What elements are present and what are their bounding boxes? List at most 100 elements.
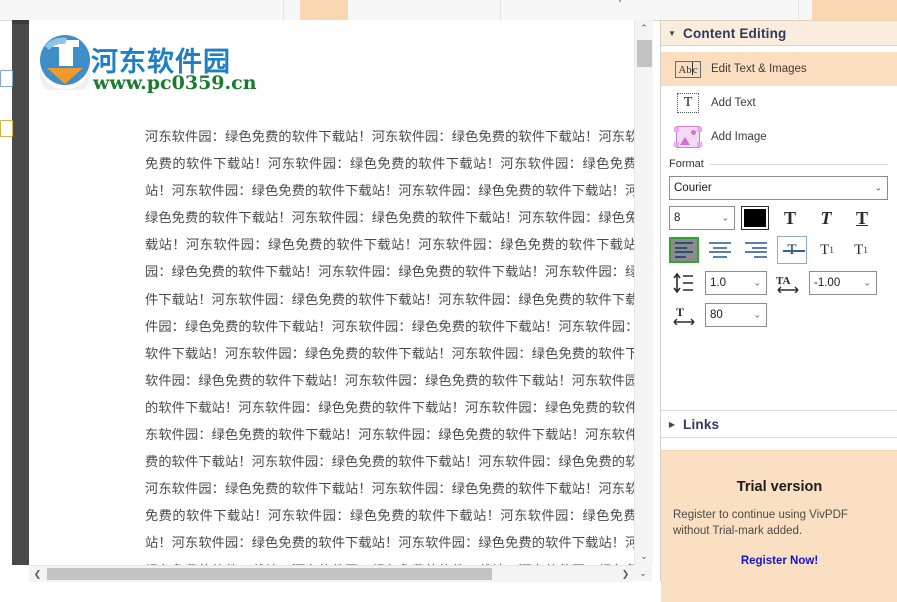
format-divider	[709, 163, 888, 165]
horizontal-scale-select[interactable]: 80 ⌄	[705, 303, 767, 327]
chevron-down-icon[interactable]: ▼	[661, 29, 683, 38]
horizontal-scale-icon: T	[669, 302, 699, 328]
abc-icon: Abc	[673, 58, 703, 80]
chevron-down-icon[interactable]: ⌄	[874, 183, 882, 194]
document-viewport[interactable]: 河东软件园：绿色免费的软件下载站！河东软件园：绿色免费的软件下载站！河东软件园：…	[29, 20, 634, 565]
main-toolbar: ▬ ▭ ⎙ ✎ ⚲ ▬ ✂	[0, 0, 897, 21]
chevron-down-icon[interactable]: ⌄	[753, 278, 761, 289]
font-family-select[interactable]: Courier ⌄	[669, 176, 888, 200]
font-style-row: 8 ⌄ T T T	[669, 206, 890, 230]
toolbar-divider	[798, 0, 799, 20]
edit-content-icon: ✂	[834, 0, 847, 4]
section-header-links[interactable]: ▶ Links	[661, 410, 897, 438]
open-file-icon: ▬	[23, 0, 38, 3]
section-title-links: Links	[683, 416, 720, 432]
svg-text:T: T	[676, 305, 684, 319]
tool-edit-text-and-images[interactable]: Abc Edit Text & Images	[661, 52, 897, 86]
section-title-content-editing: Content Editing	[683, 25, 787, 41]
tool-label-edit-text-and-images: Edit Text & Images	[711, 63, 807, 75]
superscript-glyph: T	[820, 241, 830, 258]
text-t-icon: T	[673, 92, 703, 114]
register-now-link[interactable]: Register Now!	[661, 539, 897, 567]
toolbar-button-comment[interactable]: ✎	[442, 0, 490, 20]
watermark-logo: 河东软件园 www.pc0359.cn	[37, 34, 257, 98]
scroll-right-icon[interactable]: ❯	[617, 566, 634, 582]
subscript-button[interactable]: T1	[847, 237, 875, 263]
line-spacing-value: 1.0	[710, 277, 726, 289]
highlight-icon: ▬	[743, 0, 758, 3]
align-left-button[interactable]	[669, 237, 699, 263]
document-body-text[interactable]: 河东软件园：绿色免费的软件下载站！河东软件园：绿色免费的软件下载站！河东软件园：…	[145, 124, 634, 565]
watermark-site-url: www.pc0359.cn	[93, 72, 257, 94]
horizontal-scrollbar-thumb[interactable]	[47, 568, 492, 580]
alignment-row: T T1 T1	[669, 236, 890, 264]
strikethrough-button[interactable]: T	[777, 236, 807, 264]
line-spacing-select[interactable]: 1.0 ⌄	[705, 271, 767, 295]
bold-button[interactable]: T	[775, 206, 805, 230]
character-spacing-icon: TA	[773, 270, 803, 296]
stamp-icon: ⚲	[615, 0, 626, 4]
tool-add-image[interactable]: Add Image	[661, 120, 897, 154]
chevron-down-icon[interactable]: ⌄	[721, 213, 729, 224]
horizontal-scrollbar[interactable]: ❮ ❯	[29, 565, 634, 582]
format-group-header: Format	[661, 154, 897, 172]
navigation-rail	[12, 20, 29, 565]
vertical-scrollbar[interactable]: ⌃ ⌄	[634, 20, 653, 565]
print-icon: ⎙	[318, 0, 330, 3]
toolbar-button-stamp[interactable]: ⚲	[596, 0, 644, 20]
font-family-value: Courier	[674, 182, 712, 194]
italic-button[interactable]: T	[811, 206, 841, 230]
align-center-button[interactable]	[705, 237, 735, 263]
site-logo-icon	[40, 35, 90, 90]
scroll-down-icon[interactable]: ⌄	[635, 548, 653, 565]
underline-button[interactable]: T	[847, 206, 877, 230]
character-spacing-value: -1.00	[814, 277, 841, 289]
chevron-down-icon[interactable]: ⌄	[863, 278, 871, 289]
text-color-swatch[interactable]	[741, 206, 769, 230]
horizontal-scale-row: T 80 ⌄	[669, 302, 890, 328]
strikethrough-glyph: T	[783, 242, 806, 259]
chevron-right-icon[interactable]: ▶	[661, 420, 683, 429]
toolbar-button-highlight[interactable]: ▬	[726, 0, 774, 20]
navigation-rail-cap	[12, 20, 29, 24]
scroll-left-icon[interactable]: ❮	[29, 566, 46, 582]
line-spacing-icon	[669, 270, 699, 296]
format-controls: Courier ⌄ 8 ⌄ T T T T 1 T 1 1.0 ⌄ TA -1.…	[661, 172, 897, 328]
font-size-value: 8	[674, 212, 681, 224]
document-page: 河东软件园：绿色免费的软件下载站！河东软件园：绿色免费的软件下载站！河东软件园：…	[29, 20, 634, 565]
toolbar-button-edit-content[interactable]: ✂	[812, 0, 897, 20]
comment-icon: ✎	[460, 0, 473, 4]
section-header-content-editing[interactable]: ▼ Content Editing	[661, 20, 897, 46]
toolbar-divider	[500, 0, 501, 20]
spacing-row: 1.0 ⌄ TA -1.00 ⌄	[669, 270, 890, 296]
horizontal-scale-value: 80	[710, 309, 723, 321]
toolbar-button-save-file[interactable]: ▭	[152, 0, 200, 20]
superscript-button[interactable]: T1	[813, 237, 841, 263]
scrollbar-corner-icon[interactable]: ⌄	[634, 565, 652, 581]
toolbar-divider	[283, 0, 284, 20]
trial-description: Register to continue using VivPDF withou…	[673, 509, 848, 537]
toolbar-button-print[interactable]: ⎙	[300, 0, 348, 20]
format-label: Format	[669, 158, 704, 170]
tool-add-text[interactable]: T Add Text	[661, 86, 897, 120]
tool-label-add-text: Add Text	[711, 97, 756, 109]
watermark-site-name: 河东软件园	[91, 47, 231, 78]
scroll-up-icon[interactable]: ⌃	[635, 20, 653, 37]
toolbar-button-open-file[interactable]: ▬	[6, 0, 54, 20]
character-spacing-select[interactable]: -1.00 ⌄	[809, 271, 877, 295]
vertical-scrollbar-thumb[interactable]	[637, 40, 652, 67]
tool-label-add-image: Add Image	[711, 131, 767, 143]
save-file-icon: ▭	[169, 0, 183, 4]
trial-version-box: Trial version Register to continue using…	[661, 450, 897, 602]
chevron-down-icon[interactable]: ⌄	[753, 310, 761, 321]
font-size-select[interactable]: 8 ⌄	[669, 206, 735, 230]
svg-text:TA: TA	[776, 275, 791, 287]
links-header-bar[interactable]: ▶ Links	[661, 410, 897, 438]
picture-icon	[673, 126, 703, 148]
bookmark-marker-2[interactable]	[0, 120, 13, 137]
bookmark-marker-1[interactable]	[0, 70, 13, 87]
superscript-mark: 1	[829, 245, 834, 255]
align-right-button[interactable]	[741, 237, 771, 263]
right-tools-panel: ▼ Content Editing Abc Edit Text & Images…	[660, 20, 897, 602]
text-color-fill	[744, 209, 766, 227]
